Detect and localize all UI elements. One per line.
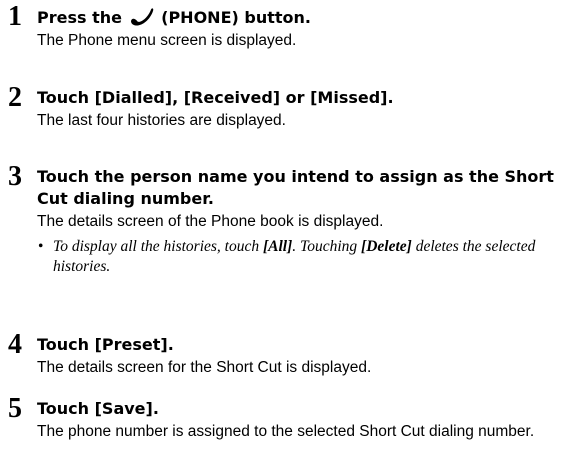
step-description: The Phone menu screen is displayed. — [37, 32, 297, 49]
step-title: Touch [Dialled], [Received] or [Missed]. — [37, 88, 394, 107]
note: • To display all the histories, touch [Al… — [37, 237, 566, 277]
step-description: The phone number is assigned to the sele… — [37, 423, 535, 440]
step-body: Press the (PHONE) button. The Phone menu… — [37, 6, 566, 51]
step-number: 1 — [8, 1, 22, 32]
step-number: 5 — [8, 393, 22, 424]
step-body: Touch [Save]. The phone number is assign… — [37, 398, 566, 442]
step-description: The last four histories are displayed. — [37, 112, 286, 129]
step-number: 3 — [8, 161, 22, 192]
note-delete-label: [Delete] — [361, 238, 412, 255]
step-title: Touch the person name you intend to assi… — [37, 167, 554, 208]
step-title: Touch [Save]. — [37, 399, 159, 418]
instruction-steps: 1 Press the (PHONE) button. The Phone me… — [0, 0, 572, 464]
step-number: 4 — [8, 329, 22, 360]
note-all-label: [All] — [262, 238, 293, 255]
step-title: Touch [Preset]. — [37, 335, 174, 354]
step-number: 2 — [8, 82, 22, 113]
step-body: Touch [Dialled], [Received] or [Missed].… — [37, 87, 566, 131]
step-description: The details screen of the Phone book is … — [37, 213, 384, 230]
note-bullet: • — [38, 238, 44, 255]
note-text: To display all the histories, touch — [53, 238, 260, 255]
note-text: . Touching — [292, 238, 358, 255]
step-body: Touch [Preset]. The details screen for t… — [37, 334, 566, 378]
step-body: Touch the person name you intend to assi… — [37, 166, 566, 277]
phone-icon — [130, 8, 153, 26]
step-title-text: Press the — [37, 8, 122, 27]
step-description: The details screen for the Short Cut is … — [37, 359, 372, 376]
step-title: Press the (PHONE) button. — [37, 6, 566, 29]
step-title-text: (PHONE) button. — [161, 8, 311, 27]
